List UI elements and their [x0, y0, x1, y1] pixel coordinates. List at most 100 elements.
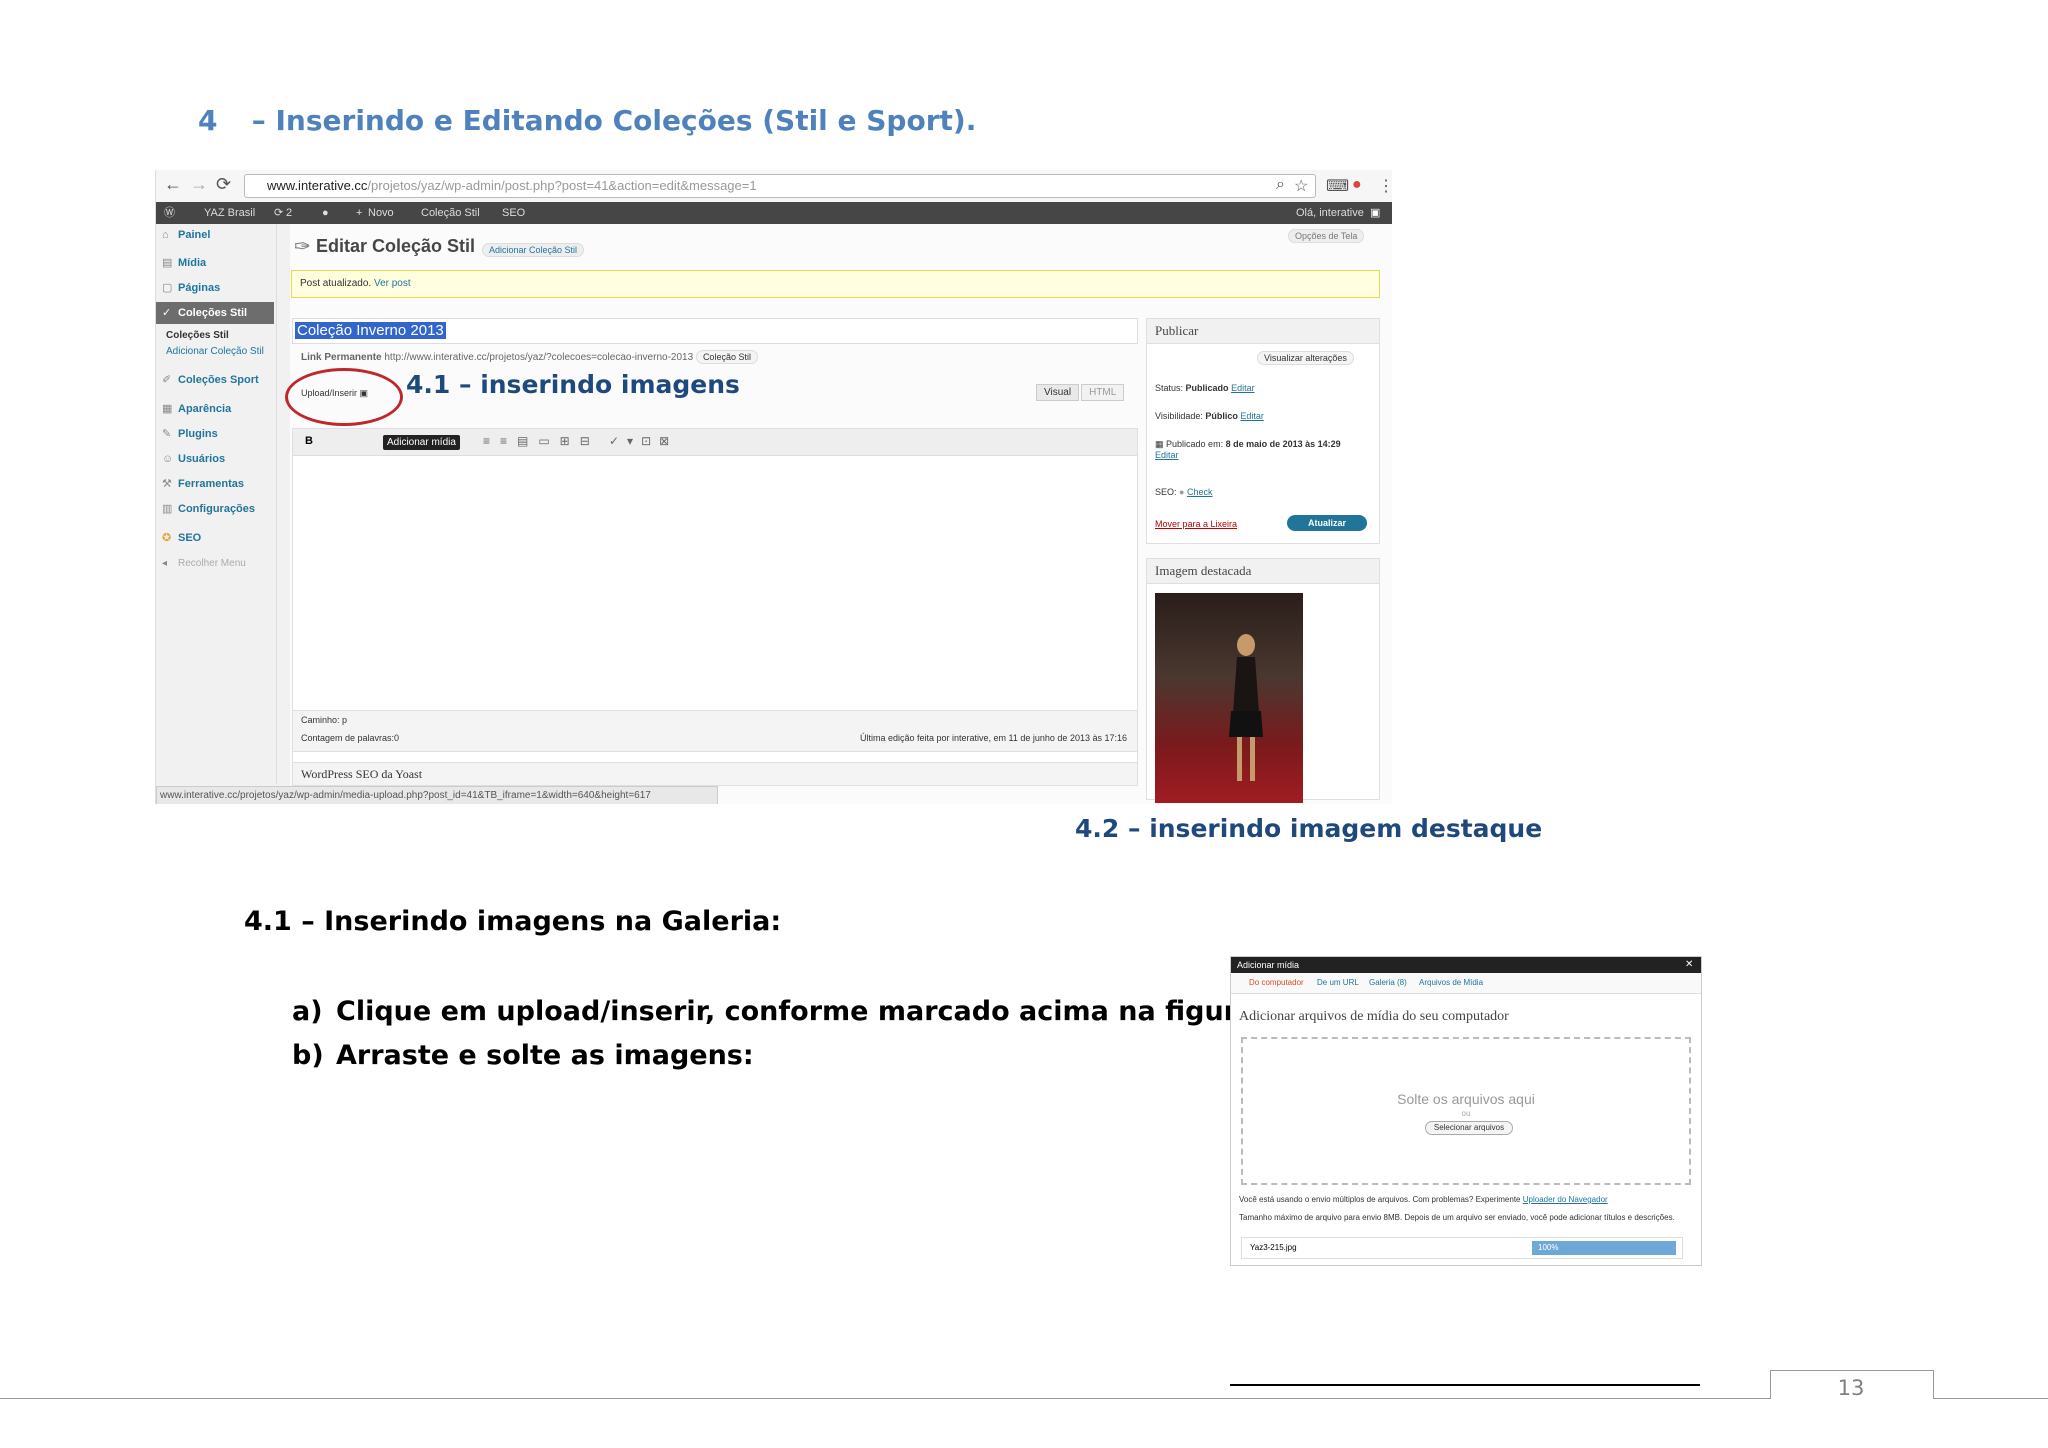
- bold-icon[interactable]: B: [305, 435, 313, 447]
- update-notice: Post atualizado. Ver post: [291, 270, 1380, 298]
- tab-html[interactable]: HTML: [1081, 384, 1125, 401]
- note-text: Você está usando o envio múltiplos de ar…: [1239, 1195, 1521, 1204]
- submenu-adicionar-colecao[interactable]: Adicionar Coleção Stil: [166, 346, 264, 357]
- media-heading: Adicionar arquivos de mídia do seu compu…: [1239, 1009, 1509, 1024]
- sidebar-item-seo[interactable]: ✪ SEO: [156, 527, 274, 549]
- tab-arquivos-de-midia[interactable]: Arquivos de Mídia: [1419, 973, 1483, 993]
- permalink-url[interactable]: http://www.interative.cc/projetos/yaz/?c…: [384, 352, 693, 363]
- sidebar-item-colecoes-sport[interactable]: ✐ Coleções Sport: [156, 369, 274, 391]
- seo-menu[interactable]: SEO: [502, 202, 525, 224]
- trash-link[interactable]: Mover para a Lixeira: [1155, 519, 1237, 529]
- sidebar-item-aparencia[interactable]: ▦ Aparência: [156, 398, 274, 420]
- published-label: Publicado em:: [1166, 439, 1224, 449]
- sidebar-item-plugins[interactable]: ✎ Plugins: [156, 423, 274, 445]
- zoom-icon[interactable]: ⌕: [1276, 176, 1285, 194]
- pages-icon: ▢: [162, 282, 173, 294]
- submenu-colecoes-stil[interactable]: Coleções Stil: [166, 330, 229, 341]
- published-value: 8 de maio de 2013 às 14:29: [1225, 439, 1341, 449]
- tab-do-computador[interactable]: Do computador: [1249, 973, 1304, 993]
- appearance-icon: ▦: [162, 403, 173, 415]
- seo-icon: ✪: [162, 532, 172, 544]
- media-dialog-title: Adicionar mídia: [1231, 957, 1701, 973]
- forward-icon[interactable]: →: [190, 174, 208, 195]
- updates-icon[interactable]: ⟳: [274, 202, 283, 224]
- colecao-menu[interactable]: Coleção Stil: [421, 202, 480, 224]
- sidebar-item-midia[interactable]: ▤ Mídia: [156, 252, 274, 274]
- sidebar-item-colecoes-stil[interactable]: ✓ Coleções Stil: [156, 302, 274, 324]
- featured-image-photo[interactable]: [1155, 593, 1303, 803]
- sidebar-item-label: Aparência: [178, 403, 232, 415]
- sidebar-item-painel[interactable]: ⌂ Painel: [156, 224, 274, 246]
- sidebar-item-ferramentas[interactable]: ⚒ Ferramentas: [156, 473, 274, 495]
- separator-line: [1230, 1384, 1700, 1386]
- upload-progress: 100%: [1532, 1241, 1676, 1255]
- toolbar-buttons-icon[interactable]: ≡≡▤▭⊞⊟: [483, 434, 600, 448]
- permalink: Link Permanente http://www.interative.cc…: [301, 350, 758, 364]
- preview-button[interactable]: Visualizar alterações: [1257, 351, 1354, 365]
- address-bar[interactable]: www.interative.cc/projetos/yaz/wp-admin/…: [244, 174, 1316, 198]
- tab-visual[interactable]: Visual: [1036, 384, 1080, 401]
- caption-4-1: 4.1 – inserindo imagens: [406, 370, 740, 399]
- drop-text: Solte os arquivos aqui: [1397, 1091, 1535, 1107]
- step-text: Arraste e solte as imagens:: [336, 1040, 754, 1071]
- admin-sidebar: ⌂ Painel ▤ Mídia ▢ Páginas ✓ Coleções Stil C…: [156, 224, 277, 784]
- reload-icon[interactable]: ⟳: [216, 174, 231, 195]
- new-plus-icon[interactable]: +: [356, 202, 362, 224]
- visibility-edit-link[interactable]: Editar: [1240, 411, 1264, 421]
- published-edit-link[interactable]: Editar: [1155, 450, 1179, 460]
- screen-options-button[interactable]: Opções de Tela: [1288, 229, 1365, 243]
- status-edit-link[interactable]: Editar: [1231, 383, 1255, 393]
- permalink-edit-button[interactable]: Coleção Stil: [695, 350, 758, 364]
- tab-de-um-url[interactable]: De um URL: [1317, 973, 1359, 993]
- user-greeting[interactable]: Olá, interative: [1296, 202, 1364, 224]
- spellcheck-icon[interactable]: ✓▾⊡⊠: [609, 434, 677, 448]
- pushpin-icon: ✑: [294, 236, 311, 258]
- close-icon[interactable]: ✕: [1685, 959, 1693, 970]
- page-number: 13: [1837, 1376, 1865, 1400]
- site-name[interactable]: YAZ Brasil: [204, 202, 255, 224]
- avatar[interactable]: ▣: [1370, 202, 1380, 224]
- highlight-circle: [285, 368, 403, 426]
- select-files-button[interactable]: Selecionar arquivos: [1425, 1121, 1513, 1135]
- sidebar-item-usuarios[interactable]: ☺ Usuários: [156, 448, 274, 470]
- updates-count[interactable]: 2: [286, 202, 292, 224]
- seo-check-link[interactable]: Check: [1187, 487, 1213, 497]
- sidebar-item-paginas[interactable]: ▢ Páginas: [156, 277, 274, 299]
- browser-uploader-link[interactable]: Uploader do Navegador: [1523, 1195, 1608, 1204]
- section-number: 4: [198, 104, 218, 137]
- new-menu[interactable]: Novo: [368, 202, 394, 224]
- wordpress-logo-icon[interactable]: Ⓦ: [164, 202, 175, 224]
- featured-image-box: Imagem destacada: [1146, 558, 1380, 803]
- editor-path: Caminho: p: [301, 715, 348, 725]
- star-icon[interactable]: ☆: [1294, 176, 1308, 196]
- tab-galeria[interactable]: Galeria (8): [1369, 973, 1407, 993]
- seo-yoast-box[interactable]: WordPress SEO da Yoast: [292, 762, 1138, 786]
- comments-icon[interactable]: ●: [322, 202, 329, 224]
- featured-image-title: Imagem destacada: [1147, 559, 1379, 584]
- calendar-icon: ▦: [1155, 439, 1164, 449]
- seo-row: SEO: ● Check: [1155, 487, 1213, 497]
- status-label: Status:: [1155, 383, 1184, 393]
- extension-icon[interactable]: ●: [1352, 176, 1362, 194]
- media-dialog-screenshot: Adicionar mídia ✕ Do computador De um UR…: [1230, 956, 1702, 1266]
- view-post-link[interactable]: Ver post: [374, 278, 411, 289]
- sidebar-item-configuracoes[interactable]: ▥ Configurações: [156, 498, 274, 520]
- keyboard-icon[interactable]: ⌨: [1326, 176, 1349, 196]
- update-button[interactable]: Atualizar: [1287, 515, 1367, 531]
- back-icon[interactable]: ←: [164, 174, 182, 195]
- upload-note: Você está usando o envio múltiplos de ar…: [1239, 1195, 1679, 1204]
- home-icon: ⌂: [162, 229, 169, 241]
- sidebar-item-label: Mídia: [178, 257, 207, 269]
- add-new-button[interactable]: Adicionar Coleção Stil: [482, 243, 585, 257]
- sidebar-item-recolher[interactable]: ◂ Recolher Menu: [156, 553, 274, 575]
- editor-tabs: Visual HTML: [1036, 384, 1126, 401]
- wp-admin-bar: Ⓦ YAZ Brasil ⟳ 2 ● + Novo Coleção Stil S…: [156, 202, 1392, 224]
- page-title: Editar Coleção Stil: [316, 236, 476, 256]
- drop-zone[interactable]: Solte os arquivos aqui ou Selecionar arq…: [1241, 1037, 1691, 1185]
- caption-4-2: 4.2 – inserindo imagem destaque: [1075, 814, 1543, 843]
- post-title-input[interactable]: Coleção Inverno 2013: [292, 318, 1138, 344]
- users-icon: ☺: [162, 453, 174, 465]
- menu-icon[interactable]: ⋮: [1378, 176, 1392, 196]
- sidebar-item-label: Ferramentas: [178, 478, 245, 490]
- sidebar-item-label: Coleções Sport: [178, 374, 259, 386]
